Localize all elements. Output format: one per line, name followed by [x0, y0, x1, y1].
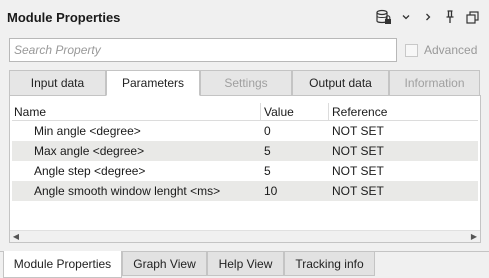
- tab-information[interactable]: Information: [389, 70, 480, 96]
- param-name: Min angle <degree>: [34, 124, 141, 138]
- param-reference[interactable]: NOT SET: [329, 141, 478, 161]
- param-reference[interactable]: NOT SET: [329, 121, 478, 141]
- chevron-right-icon[interactable]: [417, 8, 439, 26]
- tab-tracking-info[interactable]: Tracking info: [284, 252, 375, 276]
- grid-header: Name Value Reference: [12, 103, 478, 121]
- horizontal-scrollbar[interactable]: ◀ ▶: [10, 230, 480, 242]
- search-box[interactable]: [9, 38, 397, 62]
- tab-parameters[interactable]: Parameters: [106, 70, 200, 96]
- parameters-panel: Name Value Reference Min angle <degree> …: [9, 95, 481, 243]
- property-tabs: Input data Parameters Settings Output da…: [9, 70, 480, 96]
- scroll-left-icon[interactable]: ◀: [10, 231, 22, 242]
- column-header-name[interactable]: Name: [12, 103, 261, 120]
- param-name: Angle step <degree>: [34, 164, 146, 178]
- table-row[interactable]: Max angle <degree> 5 NOT SET: [12, 141, 478, 161]
- database-lock-icon[interactable]: [373, 8, 395, 26]
- param-name: Max angle <degree>: [34, 144, 145, 158]
- advanced-toggle[interactable]: Advanced: [405, 43, 477, 57]
- chevron-down-icon[interactable]: [395, 8, 417, 26]
- tab-output-data[interactable]: Output data: [292, 70, 389, 96]
- param-reference[interactable]: NOT SET: [329, 181, 478, 201]
- tab-help-view[interactable]: Help View: [207, 252, 284, 276]
- param-reference[interactable]: NOT SET: [329, 161, 478, 181]
- param-value[interactable]: 10: [261, 181, 329, 201]
- title-bar: Module Properties: [0, 0, 489, 34]
- table-row[interactable]: Angle smooth window lenght <ms> 10 NOT S…: [12, 181, 478, 201]
- panel-title: Module Properties: [7, 10, 121, 25]
- tab-module-properties[interactable]: Module Properties: [3, 251, 122, 278]
- scroll-right-icon[interactable]: ▶: [468, 231, 480, 242]
- param-value[interactable]: 5: [261, 161, 329, 181]
- advanced-label: Advanced: [424, 43, 478, 57]
- restore-icon[interactable]: [461, 8, 483, 26]
- table-row[interactable]: Angle step <degree> 5 NOT SET: [12, 161, 478, 181]
- column-header-reference[interactable]: Reference: [329, 103, 478, 120]
- tab-graph-view[interactable]: Graph View: [122, 252, 207, 276]
- tab-input-data[interactable]: Input data: [9, 70, 106, 96]
- search-input[interactable]: [10, 39, 396, 61]
- bottom-tabs: Module Properties Graph View Help View T…: [0, 251, 489, 278]
- advanced-checkbox[interactable]: [405, 43, 418, 57]
- param-value[interactable]: 5: [261, 141, 329, 161]
- title-bar-icons: [373, 8, 483, 26]
- param-value[interactable]: 0: [261, 121, 329, 141]
- param-name: Angle smooth window lenght <ms>: [34, 184, 221, 198]
- tab-settings[interactable]: Settings: [200, 70, 292, 96]
- column-header-value[interactable]: Value: [261, 103, 329, 120]
- parameters-grid: Name Value Reference Min angle <degree> …: [12, 103, 478, 201]
- pin-icon[interactable]: [439, 8, 461, 26]
- table-row[interactable]: Min angle <degree> 0 NOT SET: [12, 121, 478, 141]
